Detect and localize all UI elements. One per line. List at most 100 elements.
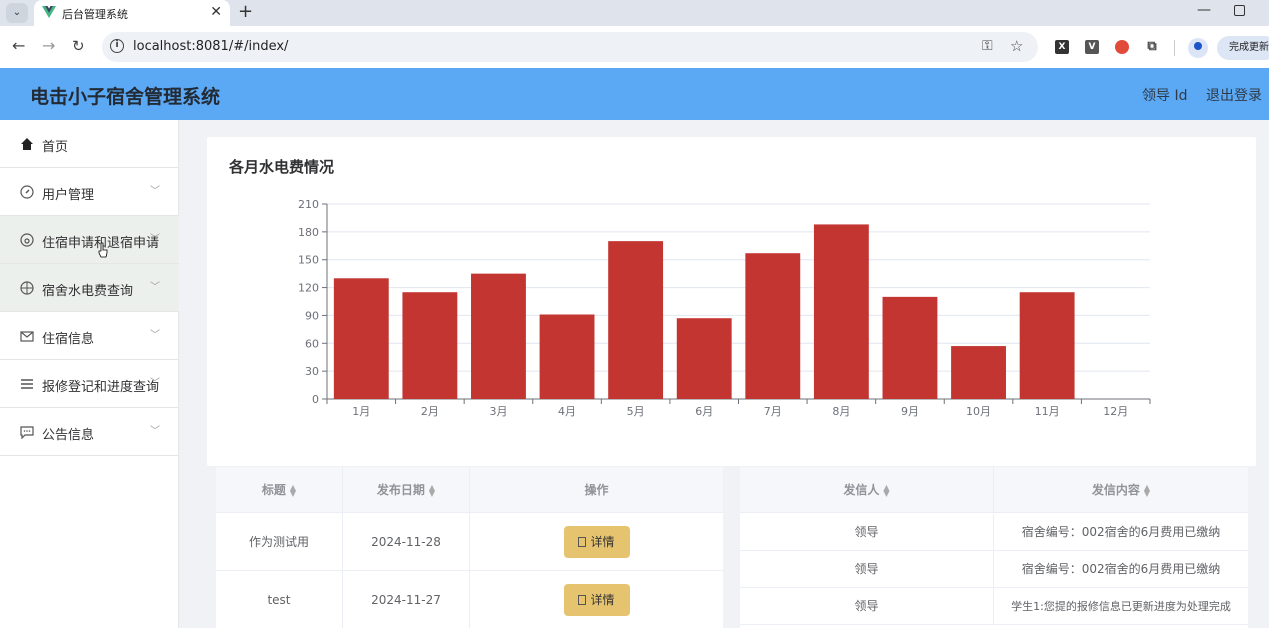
message-content-cell: 宿舍编号：002宿舍的6月费用已缴纳 xyxy=(1021,525,1221,539)
messages-table: 发信人 ▲ ▼ 发信内容 ▲ ▼ 领导 宿舍编号：002宿舍的6月费用已缴纳 领导 宿舍… xyxy=(740,467,1248,628)
chevron-down-icon: ﹀ xyxy=(150,282,160,293)
bar xyxy=(1019,292,1075,399)
sidebar-item-accommodation-application[interactable]: 住宿申请和退宿申请 ﹀ xyxy=(0,216,179,264)
tab-search-button[interactable]: ⌄ xyxy=(6,3,28,23)
table-row: 领导 学生1:您提的报修信息已更新进度为处理完成 xyxy=(740,588,1248,625)
x-tick-label: 6月 xyxy=(695,405,713,418)
notice-action-cell: 详情 xyxy=(470,571,723,628)
notice-date-cell: 2024-11-28 xyxy=(343,513,470,571)
close-tab-icon[interactable]: ✕ xyxy=(210,4,222,20)
address-bar[interactable]: i localhost:8081/#/index/ ⚿ ☆ xyxy=(102,32,1038,62)
sidebar-item-repair[interactable]: 报修登记和进度查询 ﹀ xyxy=(0,360,179,408)
vue-logo-icon xyxy=(42,6,56,18)
bar xyxy=(676,318,732,399)
sidebar-item-home[interactable]: 首页 xyxy=(0,120,179,168)
profile-avatar-icon[interactable] xyxy=(1188,38,1208,58)
crosshair-icon xyxy=(20,281,34,295)
y-tick-label: 30 xyxy=(305,365,319,378)
notices-table: 标题 ▲ ▼ 发布日期 ▲ ▼ 操作 作为测试用 2024-11-28 详情 test … xyxy=(216,467,723,628)
x-tick-label: 7月 xyxy=(764,405,782,418)
extension-v-icon[interactable]: V xyxy=(1085,40,1099,54)
column-header-sender[interactable]: 发信人 ▲ ▼ xyxy=(740,467,994,513)
site-info-icon[interactable]: i xyxy=(110,39,124,53)
browser-tab[interactable]: 后台管理系统 ✕ xyxy=(34,0,230,26)
sidebar-item-utility-fees[interactable]: 宿舍水电费查询 ﹀ xyxy=(0,264,179,312)
logout-link[interactable]: 退出登录 xyxy=(1206,85,1262,105)
update-button[interactable]: 完成更新 xyxy=(1217,36,1269,60)
table-row: 领导 宿舍编号：002宿舍的6月费用已缴纳 xyxy=(740,514,1248,551)
y-tick-label: 150 xyxy=(298,254,319,267)
message-sender-cell: 领导 xyxy=(740,514,994,551)
detail-button[interactable]: 详情 xyxy=(563,584,630,616)
x-tick-label: 2月 xyxy=(421,405,439,418)
sort-icon[interactable]: ▲ ▼ xyxy=(883,483,889,497)
maximize-icon[interactable] xyxy=(1234,5,1245,16)
document-icon xyxy=(578,537,587,547)
sidebar-item-accommodation-info[interactable]: 住宿信息 ﹀ xyxy=(0,312,179,360)
url-text[interactable]: localhost:8081/#/index/ xyxy=(133,39,288,54)
column-header-date[interactable]: 发布日期 ▲ ▼ xyxy=(343,467,470,513)
message-content-cell: 学生1:您提的报修信息已更新进度为处理完成 xyxy=(1011,600,1231,613)
notice-title-cell: 作为测试用 xyxy=(216,513,343,571)
chevron-down-icon: ﹀ xyxy=(150,330,160,341)
sort-icon[interactable]: ▲ ▼ xyxy=(1144,483,1150,497)
x-tick-label: 12月 xyxy=(1103,405,1128,418)
x-tick-label: 3月 xyxy=(489,405,507,418)
extensions-puzzle-icon[interactable]: ⧉ xyxy=(1145,40,1159,54)
column-header-content[interactable]: 发信内容 ▲ ▼ xyxy=(994,467,1248,513)
chevron-down-icon: ﹀ xyxy=(150,426,160,437)
bar xyxy=(951,346,1006,399)
compass-icon xyxy=(20,185,34,199)
message-sender-cell: 领导 xyxy=(740,551,994,588)
reload-icon[interactable]: ↻ xyxy=(72,36,85,56)
x-tick-label: 1月 xyxy=(352,405,370,418)
forward-icon[interactable]: → xyxy=(42,36,55,56)
back-icon[interactable]: ← xyxy=(12,36,25,56)
chevron-down-icon: ﹀ xyxy=(150,378,160,389)
mail-icon xyxy=(20,331,34,342)
mouse-pointer-icon xyxy=(98,242,108,258)
y-tick-label: 180 xyxy=(298,226,319,239)
bar xyxy=(539,314,595,399)
password-key-icon[interactable]: ⚿ xyxy=(982,38,993,54)
chevron-down-icon: ﹀ xyxy=(150,186,160,197)
chevron-down-icon: ﹀ xyxy=(150,234,160,245)
sidebar-menu: 首页 用户管理 ﹀ 住宿申请和退宿申请 ﹀ 宿舍水电费查询 ﹀ 住宿信息 ﹀ 报… xyxy=(0,120,179,628)
notice-title-cell: test xyxy=(216,571,343,628)
new-tab-icon[interactable]: + xyxy=(238,2,253,22)
utility-fee-chart-card: 各月水电费情况 0 30 60 90 120 150 180 210 1月 2月 3月 4月 5月 6月 7… xyxy=(207,137,1256,466)
sidebar-item-label: 首页 xyxy=(42,140,69,155)
column-header-action: 操作 xyxy=(584,483,609,497)
table-row: test 2024-11-27 详情 xyxy=(216,571,723,628)
sidebar-item-label: 用户管理 xyxy=(42,188,95,203)
sidebar-item-announcements[interactable]: 公告信息 ﹀ xyxy=(0,408,179,456)
extension-x-icon[interactable]: X xyxy=(1055,40,1069,54)
sort-icon[interactable]: ▲ ▼ xyxy=(290,483,296,497)
y-tick-label: 60 xyxy=(305,337,319,350)
gauge-icon xyxy=(20,233,34,247)
column-header-title[interactable]: 标题 ▲ ▼ xyxy=(216,467,343,513)
extension-cube-icon[interactable] xyxy=(1115,40,1129,54)
user-link[interactable]: 领导 Id xyxy=(1142,85,1187,105)
chat-icon xyxy=(20,426,34,439)
x-tick-label: 10月 xyxy=(966,405,991,418)
table-header: 发信人 ▲ ▼ 发信内容 ▲ ▼ xyxy=(740,467,1248,513)
minimize-icon[interactable]: — xyxy=(1197,2,1211,18)
bar xyxy=(333,278,389,399)
app-title: 电击小子宿舍管理系统 xyxy=(30,86,221,108)
app-header: 电击小子宿舍管理系统 领导 Id 退出登录 xyxy=(0,68,1269,120)
y-tick-label: 210 xyxy=(298,198,319,211)
message-content-cell: 宿舍编号：002宿舍的6月费用已缴纳 xyxy=(1021,562,1221,576)
x-tick-label: 11月 xyxy=(1035,405,1060,418)
bookmark-star-icon[interactable]: ☆ xyxy=(1010,37,1023,55)
sidebar-item-label: 住宿信息 xyxy=(42,332,95,347)
detail-button[interactable]: 详情 xyxy=(563,526,630,558)
home-icon xyxy=(21,138,33,150)
y-tick-label: 120 xyxy=(298,282,319,295)
document-icon xyxy=(578,595,587,605)
notice-action-cell: 详情 xyxy=(470,513,723,571)
sort-icon[interactable]: ▲ ▼ xyxy=(429,483,435,497)
y-tick-label: 90 xyxy=(305,309,319,322)
bar xyxy=(608,241,664,399)
sidebar-item-user-management[interactable]: 用户管理 ﹀ xyxy=(0,168,179,216)
